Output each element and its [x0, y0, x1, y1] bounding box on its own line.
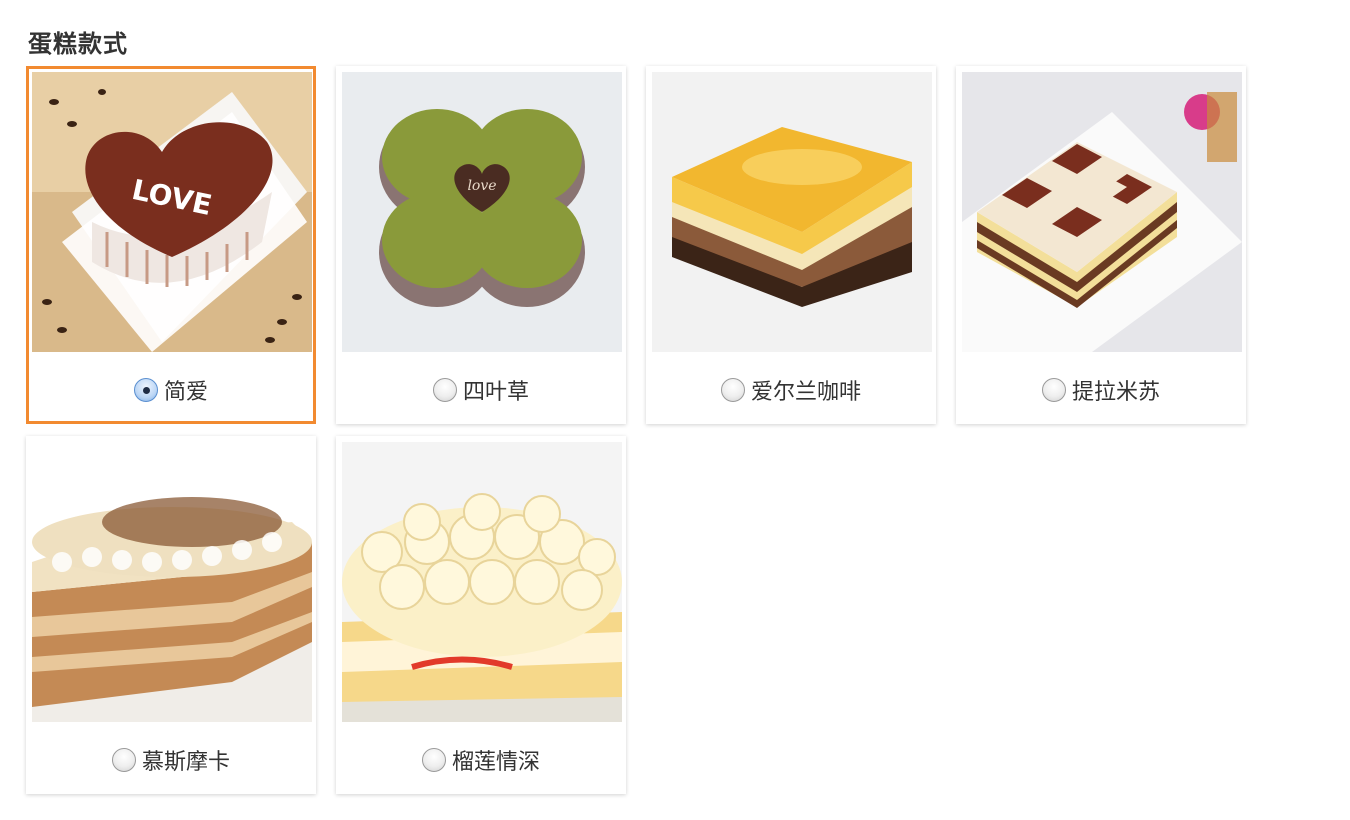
svg-text:love: love — [467, 178, 496, 194]
option-row[interactable]: 慕斯摩卡 — [26, 742, 316, 778]
cake-image-durian — [342, 442, 622, 722]
radio-button-checked[interactable] — [133, 378, 158, 402]
cake-image-heart: LOVE — [32, 72, 312, 352]
option-row[interactable]: 爱尔兰咖啡 — [646, 372, 936, 408]
cake-name-label: 榴莲情深 — [451, 750, 540, 775]
radio-button[interactable] — [432, 378, 457, 402]
option-row[interactable]: 榴莲情深 — [336, 742, 626, 778]
cake-option-irish-coffee[interactable]: 爱尔兰咖啡 — [646, 66, 936, 424]
option-row[interactable]: 简爱 — [29, 372, 313, 408]
cake-image-mousse-mocha — [32, 442, 312, 722]
option-row[interactable]: 四叶草 — [336, 372, 626, 408]
cake-name-label: 提拉米苏 — [1071, 380, 1160, 405]
radio-button[interactable] — [1041, 378, 1066, 402]
section-title: 蛋糕款式 — [28, 30, 128, 58]
cake-option-siyecao[interactable]: love 四叶草 — [336, 66, 626, 424]
cake-option-jianai[interactable]: LOVE 简爱 — [26, 66, 316, 424]
cake-image-tiramisu — [962, 72, 1242, 352]
cake-name-label: 慕斯摩卡 — [141, 750, 230, 775]
cake-name-label: 四叶草 — [462, 380, 529, 405]
cake-option-mousse-mocha[interactable]: 慕斯摩卡 — [26, 436, 316, 794]
cake-image-clover: love — [342, 72, 622, 352]
cake-option-durian[interactable]: 榴莲情深 — [336, 436, 626, 794]
radio-button[interactable] — [111, 748, 136, 772]
cake-name-label: 爱尔兰咖啡 — [750, 380, 861, 405]
cake-option-tiramisu[interactable]: 提拉米苏 — [956, 66, 1246, 424]
cake-image-irish-coffee — [652, 72, 932, 352]
cake-name-label: 简爱 — [163, 380, 208, 405]
option-row[interactable]: 提拉米苏 — [956, 372, 1246, 408]
radio-button[interactable] — [720, 378, 745, 402]
radio-button[interactable] — [421, 748, 446, 772]
